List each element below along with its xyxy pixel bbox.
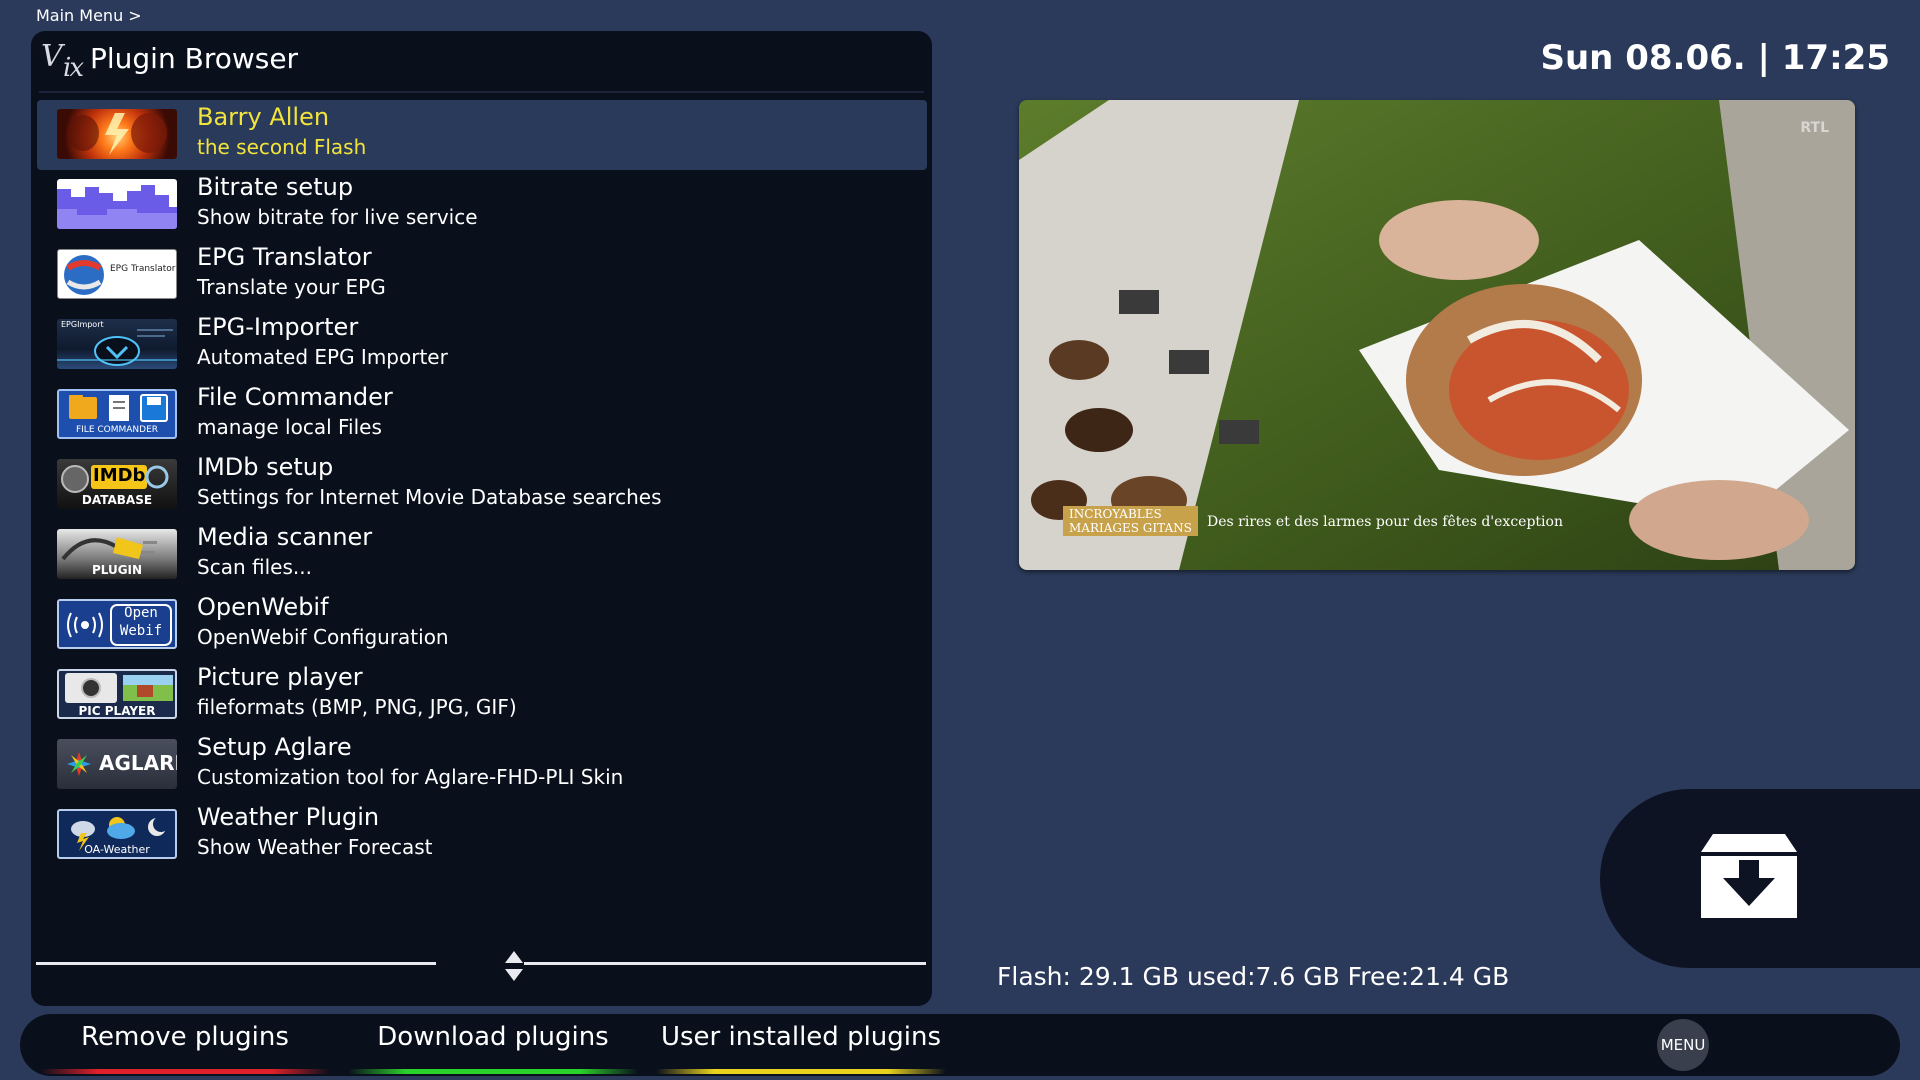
plugin-subtitle: Automated EPG Importer [197, 345, 448, 369]
button-label: Download plugins [377, 1022, 609, 1052]
plugin-item-imdb-setup[interactable]: IMDb DATABASE IMDb setup Settings for In… [37, 450, 927, 520]
plugin-subtitle: Settings for Internet Movie Database sea… [197, 485, 662, 509]
live-tv-preview[interactable]: RTL INCROYABLES MARIAGES GITANS Des rire… [1019, 100, 1855, 570]
show-title-line1: INCROYABLES [1069, 507, 1162, 521]
plugin-plug-icon: PLUGIN [57, 529, 177, 579]
menu-button[interactable]: MENU [1657, 1019, 1709, 1071]
button-label: Remove plugins [81, 1022, 289, 1052]
plugin-title: EPG-Importer [197, 313, 359, 341]
scroll-up-down-icon[interactable] [503, 949, 525, 983]
plugin-title: IMDb setup [197, 453, 334, 481]
download-panel [1600, 789, 1920, 968]
plugin-subtitle: Scan files... [197, 555, 312, 579]
plugin-item-setup-aglare[interactable]: AGLARE Setup Aglare Customization tool f… [37, 730, 927, 800]
vix-logo: Vix [41, 39, 84, 83]
aglare-icon: AGLARE [57, 739, 177, 789]
imdb-thumb-text-top: IMDb [93, 465, 146, 486]
plugin-item-barry-allen[interactable]: Barry Allen the second Flash [37, 100, 927, 170]
epg-translator-icon: EPG Translator [57, 249, 177, 299]
flash-storage-info: Flash: 29.1 GB used:7.6 GB Free:21.4 GB [997, 962, 1510, 991]
openwebif-icon: Open Webif [57, 599, 177, 649]
imdb-thumb-text-bottom: DATABASE [81, 493, 153, 507]
plugin-title: Media scanner [197, 523, 373, 551]
media-scanner-thumb-text: PLUGIN [91, 563, 143, 577]
plugin-subtitle: the second Flash [197, 135, 367, 159]
plugin-title: EPG Translator [197, 243, 372, 271]
plugin-item-file-commander[interactable]: FILE COMMANDER File Commander manage loc… [37, 380, 927, 450]
green-button-indicator [348, 1069, 638, 1074]
plugin-browser-panel: Vix Plugin Browser Barry Allen the secon… [31, 31, 932, 1006]
plugin-subtitle: Show Weather Forecast [197, 835, 433, 859]
plugin-title: Picture player [197, 663, 363, 691]
imdb-icon: IMDb DATABASE [57, 459, 177, 509]
scroll-track-left [36, 962, 436, 965]
remove-plugins-button[interactable]: Remove plugins [40, 1014, 330, 1076]
aglare-thumb-text: AGLARE [99, 751, 177, 775]
file-commander-thumb-text: FILE COMMANDER [75, 425, 159, 435]
show-caption: Des rires et des larmes pour des fêtes d… [1207, 514, 1563, 530]
page-title: Plugin Browser [90, 42, 299, 75]
epg-importer-thumb-text: EPGImport [61, 320, 104, 329]
plugin-subtitle: manage local Files [197, 415, 382, 439]
plugin-title: Weather Plugin [197, 803, 380, 831]
scroll-track-right [524, 962, 926, 965]
plugin-item-openwebif[interactable]: Open Webif OpenWebif OpenWebif Configura… [37, 590, 927, 660]
red-button-indicator [40, 1069, 330, 1074]
plugin-item-bitrate-setup[interactable]: Bitrate setup Show bitrate for live serv… [37, 170, 927, 240]
openwebif-thumb-text-top: Open [124, 605, 158, 621]
weather-icon: OA-Weather [57, 809, 177, 859]
user-installed-plugins-button[interactable]: User installed plugins [656, 1014, 946, 1076]
flash-hero-icon [57, 109, 177, 159]
channel-logo: RTL [1800, 120, 1829, 136]
bitrate-icon [57, 179, 177, 229]
weather-thumb-text: OA-Weather [84, 843, 150, 856]
plugin-title: File Commander [197, 383, 393, 411]
plugin-item-media-scanner[interactable]: PLUGIN Media scanner Scan files... [37, 520, 927, 590]
plugin-title: Barry Allen [197, 103, 330, 131]
clock: Sun 08.06. | 17:25 [1540, 38, 1890, 78]
download-plugins-button[interactable]: Download plugins [348, 1014, 638, 1076]
epg-translator-thumb-text: EPG Translator [110, 264, 176, 274]
plugin-title: Bitrate setup [197, 173, 354, 201]
plugin-item-picture-player[interactable]: PIC PLAYER Picture player fileformats (B… [37, 660, 927, 730]
plugin-title: OpenWebif [197, 593, 329, 621]
plugin-item-weather-plugin[interactable]: OA-Weather Weather Plugin Show Weather F… [37, 800, 927, 870]
header-divider [39, 91, 924, 93]
openwebif-thumb-text-bottom: Webif [119, 623, 163, 639]
plugin-subtitle: Show bitrate for live service [197, 205, 478, 229]
plugin-subtitle: OpenWebif Configuration [197, 625, 449, 649]
bottom-button-bar: Remove plugins Download plugins User ins… [20, 1014, 1900, 1076]
plugin-item-epg-translator[interactable]: EPG Translator EPG Translator Translate … [37, 240, 927, 310]
plugin-subtitle: fileformats (BMP, PNG, JPG, GIF) [197, 695, 517, 719]
plugin-subtitle: Customization tool for Aglare-FHD-PLI Sk… [197, 765, 624, 789]
plugin-list: Barry Allen the second Flash Bitrate set… [37, 100, 927, 870]
show-title-line2: MARIAGES GITANS [1069, 521, 1192, 535]
plugin-subtitle: Translate your EPG [197, 275, 386, 299]
epg-importer-icon: EPGImport [57, 319, 177, 369]
show-title-badge: INCROYABLES MARIAGES GITANS [1063, 506, 1198, 536]
panel-header: Vix Plugin Browser [31, 31, 932, 91]
breadcrumb: Main Menu > [36, 6, 142, 25]
yellow-button-indicator [656, 1069, 946, 1074]
plugin-item-epg-importer[interactable]: EPGImport EPG-Importer Automated EPG Imp… [37, 310, 927, 380]
picture-player-icon: PIC PLAYER [57, 669, 177, 719]
file-commander-icon: FILE COMMANDER [57, 389, 177, 439]
picture-player-thumb-text: PIC PLAYER [78, 704, 156, 718]
download-icon[interactable] [1699, 832, 1799, 920]
plugin-title: Setup Aglare [197, 733, 352, 761]
button-label: User installed plugins [660, 1022, 942, 1052]
